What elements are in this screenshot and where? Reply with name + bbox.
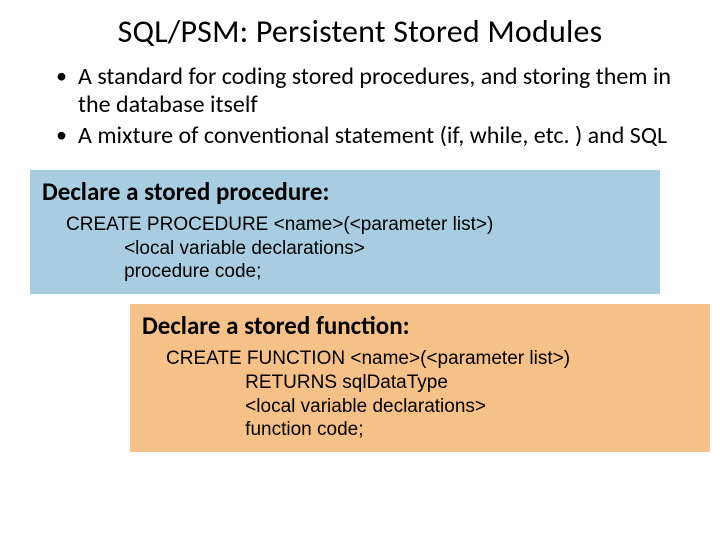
- function-heading: Declare a stored function:: [142, 310, 698, 341]
- bullet-item: A mixture of conventional statement (if,…: [56, 122, 680, 150]
- procedure-code: CREATE PROCEDURE <name>(<parameter list>…: [42, 213, 648, 284]
- procedure-heading: Declare a stored procedure:: [42, 176, 648, 207]
- slide-title: SQL/PSM: Persistent Stored Modules: [0, 0, 720, 57]
- function-code: CREATE FUNCTION <name>(<parameter list>)…: [142, 347, 698, 442]
- procedure-box: Declare a stored procedure: CREATE PROCE…: [30, 170, 660, 294]
- bullet-item: A standard for coding stored procedures,…: [56, 63, 680, 118]
- bullet-list: A standard for coding stored procedures,…: [0, 57, 720, 164]
- function-box: Declare a stored function: CREATE FUNCTI…: [130, 304, 710, 452]
